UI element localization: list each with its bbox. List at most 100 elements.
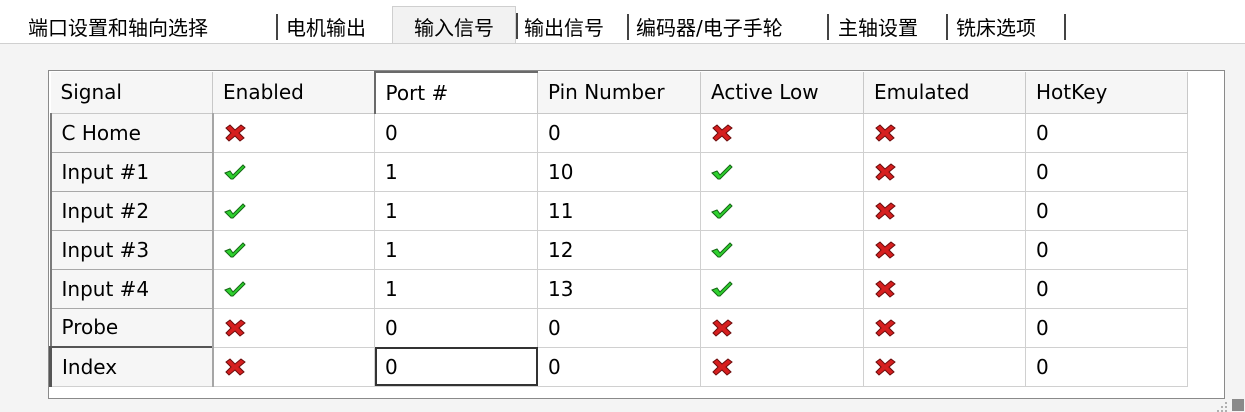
green-check-icon	[711, 163, 733, 179]
red-x-icon	[875, 162, 896, 181]
red-x-icon	[875, 201, 896, 220]
cell-enabled[interactable]	[212, 230, 375, 270]
cell-port[interactable]: 0	[374, 308, 538, 348]
cell-active-low[interactable]	[700, 191, 864, 231]
cell-emulated[interactable]	[863, 152, 1026, 192]
cell-enabled[interactable]	[212, 347, 375, 387]
tab-label: 端口设置和轴向选择	[28, 15, 208, 40]
signal-table: Signal Enabled Port # Pin Number Active …	[49, 71, 1188, 387]
green-check-icon	[223, 163, 246, 179]
tab-separator	[946, 14, 948, 40]
col-header-active-low[interactable]: Active Low	[700, 72, 864, 114]
cell-hotkey[interactable]: 0	[1025, 230, 1188, 270]
tab-port-axis[interactable]: 端口设置和轴向选择	[28, 10, 278, 42]
cell-enabled[interactable]	[212, 308, 375, 348]
cell-hotkey[interactable]: 0	[1025, 347, 1188, 387]
cell-hotkey[interactable]: 0	[1025, 113, 1188, 153]
cell-active-low[interactable]	[700, 308, 864, 348]
cell-emulated[interactable]	[863, 269, 1026, 309]
red-x-icon	[224, 357, 246, 376]
cell-emulated[interactable]	[863, 191, 1026, 231]
signal-grid: Signal Enabled Port # Pin Number Active …	[48, 70, 1225, 399]
cell-active-low[interactable]	[700, 230, 864, 270]
cell-hotkey[interactable]: 0	[1025, 191, 1188, 231]
red-x-icon	[224, 318, 246, 337]
col-header-pin-number[interactable]: Pin Number	[537, 72, 701, 114]
cell-signal: Input #3	[49, 230, 214, 270]
tab-output-signals[interactable]: 输出信号	[516, 10, 629, 42]
tab-label: 主轴设置	[838, 15, 918, 40]
col-header-port[interactable]: Port #	[373, 71, 538, 114]
tab-label: 编码器/电子手轮	[636, 15, 783, 40]
cell-signal: Input #1	[49, 152, 214, 192]
tab-separator	[1064, 14, 1066, 40]
red-x-icon	[224, 123, 246, 142]
cell-emulated[interactable]	[863, 347, 1026, 387]
cell-pin-number[interactable]: 13	[537, 269, 701, 309]
cell-enabled[interactable]	[212, 269, 375, 309]
col-header-signal[interactable]: Signal	[50, 72, 213, 114]
red-x-icon	[712, 357, 733, 376]
col-header-enabled[interactable]: Enabled	[212, 72, 375, 114]
cell-port[interactable]: 1	[374, 230, 538, 270]
table-row: Probe 0 0 0	[49, 308, 1188, 348]
cell-port[interactable]: 1	[374, 269, 538, 309]
cell-active-low[interactable]	[700, 347, 864, 387]
tab-separator	[276, 14, 278, 40]
cell-hotkey[interactable]: 0	[1025, 152, 1188, 192]
tab-label: 输入信号	[414, 15, 494, 40]
tab-spindle-setup[interactable]: 主轴设置	[838, 10, 948, 42]
red-x-icon	[875, 357, 896, 376]
tab-input-signals[interactable]: 输入信号	[392, 6, 516, 45]
cell-pin-number[interactable]: 0	[537, 113, 701, 153]
cell-signal: Index	[49, 346, 214, 387]
cell-hotkey[interactable]: 0	[1025, 308, 1188, 348]
col-header-hotkey[interactable]: HotKey	[1025, 72, 1188, 114]
red-x-icon	[712, 318, 733, 337]
cell-active-low[interactable]	[700, 113, 864, 153]
cell-enabled[interactable]	[212, 191, 375, 231]
tab-encoder-mpg[interactable]: 编码器/电子手轮	[636, 10, 829, 42]
green-check-icon	[711, 202, 733, 218]
red-x-icon	[875, 318, 896, 337]
green-check-icon	[223, 241, 246, 257]
cell-port[interactable]: 0	[374, 113, 538, 153]
table-row: Index 0 0 0	[49, 346, 1188, 387]
tab-separator	[827, 14, 829, 40]
red-x-icon	[712, 123, 733, 142]
red-x-icon	[875, 123, 896, 142]
corner-marker	[1232, 399, 1244, 411]
green-check-icon	[711, 241, 733, 257]
header-row: Signal Enabled Port # Pin Number Active …	[50, 71, 1188, 114]
cell-emulated[interactable]	[863, 113, 1026, 153]
cell-pin-number[interactable]: 11	[537, 191, 701, 231]
cell-pin-number[interactable]: 0	[537, 308, 701, 348]
cell-emulated[interactable]	[863, 230, 1026, 270]
cell-port[interactable]: 1	[374, 191, 538, 231]
cell-active-low[interactable]	[700, 152, 864, 192]
cell-hotkey[interactable]: 0	[1025, 269, 1188, 309]
cell-signal: Probe	[49, 308, 214, 348]
tab-motor-output[interactable]: 电机输出	[286, 10, 384, 42]
cell-enabled[interactable]	[212, 113, 375, 153]
cell-signal: C Home	[49, 113, 214, 153]
col-header-emulated[interactable]: Emulated	[863, 72, 1026, 114]
cell-pin-number[interactable]: 0	[537, 347, 701, 387]
cell-signal: Input #4	[49, 269, 214, 309]
table-row: Input #4 1 13 0	[49, 269, 1188, 309]
resize-grip-icon[interactable]	[1215, 400, 1229, 412]
table-row: Input #3 1 12 0	[49, 230, 1188, 270]
cell-enabled[interactable]	[212, 152, 375, 192]
cell-port[interactable]: 0	[374, 347, 538, 387]
cell-active-low[interactable]	[700, 269, 864, 309]
tab-label: 铣床选项	[956, 15, 1036, 40]
cell-emulated[interactable]	[863, 308, 1026, 348]
cell-pin-number[interactable]: 12	[537, 230, 701, 270]
tab-separator	[516, 13, 518, 39]
tab-mill-options[interactable]: 铣床选项	[956, 10, 1066, 42]
red-x-icon	[875, 279, 896, 298]
cell-pin-number[interactable]: 10	[537, 152, 701, 192]
table-row: Input #2 1 11 0	[49, 191, 1188, 231]
cell-port[interactable]: 1	[374, 152, 538, 192]
tab-label: 电机输出	[286, 15, 366, 40]
